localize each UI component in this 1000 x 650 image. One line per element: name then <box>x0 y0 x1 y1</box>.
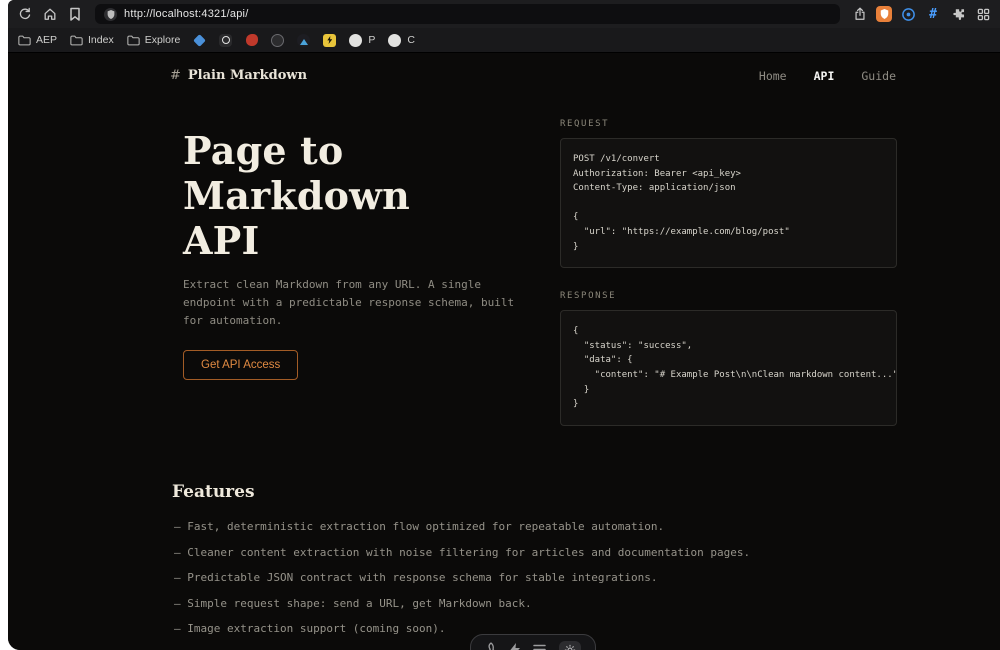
github-favicon[interactable] <box>388 33 402 47</box>
get-api-access-button[interactable]: Get API Access <box>183 350 299 381</box>
page-title-line1: Page to Markdown <box>183 128 410 218</box>
features-section: Features — Fast, deterministic extractio… <box>172 482 750 648</box>
tab-grid-icon[interactable] <box>974 5 992 23</box>
site-header: # Plain Markdown Home API Guide <box>8 53 1000 83</box>
lightning-dev-icon[interactable] <box>510 641 520 650</box>
request-code-block: POST /v1/convert Authorization: Bearer <… <box>560 138 897 269</box>
nav-guide[interactable]: Guide <box>861 69 896 83</box>
reload-icon[interactable] <box>16 5 34 23</box>
page-title: Page to Markdown API <box>183 128 573 263</box>
site-logo[interactable]: # Plain Markdown <box>170 68 307 83</box>
features-title: Features <box>172 482 255 502</box>
astro-dev-icon[interactable] <box>485 641 497 650</box>
folder-icon <box>18 35 31 45</box>
gem-favicon[interactable] <box>193 33 207 47</box>
bookmark-folder-label: Explore <box>144 34 181 46</box>
hash-logo-icon: # <box>170 68 181 83</box>
feature-item: — Simple request shape: send a URL, get … <box>174 596 532 610</box>
feature-item: — Predictable JSON contract with respons… <box>174 571 658 584</box>
record-extension-icon[interactable] <box>899 5 917 23</box>
nav-home[interactable]: Home <box>759 69 787 83</box>
hero-description: Extract clean Markdown from any URL. A s… <box>183 278 515 328</box>
folder-icon <box>70 35 83 45</box>
github-bookmark-p[interactable]: P <box>368 34 375 46</box>
bookmark-folder-label: AEP <box>36 34 58 46</box>
extensions-puzzle-icon[interactable] <box>949 5 967 23</box>
shield-extension-icon[interactable] <box>876 6 892 22</box>
response-label: RESPONSE <box>560 291 617 302</box>
site-info-icon[interactable] <box>104 7 117 21</box>
github-bookmark-c[interactable]: C <box>407 34 415 46</box>
browser-toolbar: http://localhost:4321/api/ # <box>8 0 1000 28</box>
bookmark-folder-index[interactable]: Index <box>70 34 114 47</box>
menu-dev-icon[interactable] <box>533 641 546 650</box>
gear-dev-icon[interactable] <box>559 641 581 650</box>
bookmarks-bar: AEP Index Explore P C <box>8 28 1000 53</box>
share-icon[interactable] <box>851 5 869 23</box>
bookmark-icon[interactable] <box>66 5 84 23</box>
lightning-favicon[interactable] <box>323 33 337 47</box>
request-label: REQUEST <box>560 119 610 129</box>
browser-window: http://localhost:4321/api/ # AEP Index E… <box>8 0 1000 650</box>
nav-api[interactable]: API <box>814 69 835 83</box>
feature-item: — Fast, deterministic extraction flow op… <box>174 520 665 533</box>
hash-extension-icon[interactable]: # <box>924 5 942 23</box>
camera-favicon[interactable] <box>219 33 233 47</box>
page-title-line2: API <box>183 217 260 263</box>
features-list: — Fast, deterministic extraction flow op… <box>172 520 750 635</box>
folder-icon <box>127 35 140 45</box>
bookmark-folder-label: Index <box>88 34 114 46</box>
response-code-block: { "status": "success", "data": { "conten… <box>560 310 897 426</box>
feature-item: — Cleaner content extraction with noise … <box>174 545 751 559</box>
url-bar[interactable]: http://localhost:4321/api/ <box>95 4 840 24</box>
home-icon[interactable] <box>41 5 59 23</box>
github-favicon[interactable] <box>349 33 363 47</box>
site-logo-text: Plain Markdown <box>187 68 308 83</box>
mountain-favicon[interactable] <box>297 33 311 47</box>
api-examples: REQUEST POST /v1/convert Authorization: … <box>560 119 897 426</box>
globe-favicon[interactable] <box>271 33 285 47</box>
red-favicon[interactable] <box>245 34 258 47</box>
feature-item: — Image extraction support (coming soon)… <box>174 622 446 635</box>
url-text: http://localhost:4321/api/ <box>124 8 249 20</box>
bookmark-folder-aep[interactable]: AEP <box>18 34 57 47</box>
page-content: # Plain Markdown Home API Guide Page to … <box>8 53 1000 650</box>
dev-toolbar <box>470 634 596 650</box>
site-nav: Home API Guide <box>759 69 896 83</box>
hero-section: Page to Markdown API Extract clean Markd… <box>183 128 573 381</box>
bookmark-folder-explore[interactable]: Explore <box>127 34 181 47</box>
